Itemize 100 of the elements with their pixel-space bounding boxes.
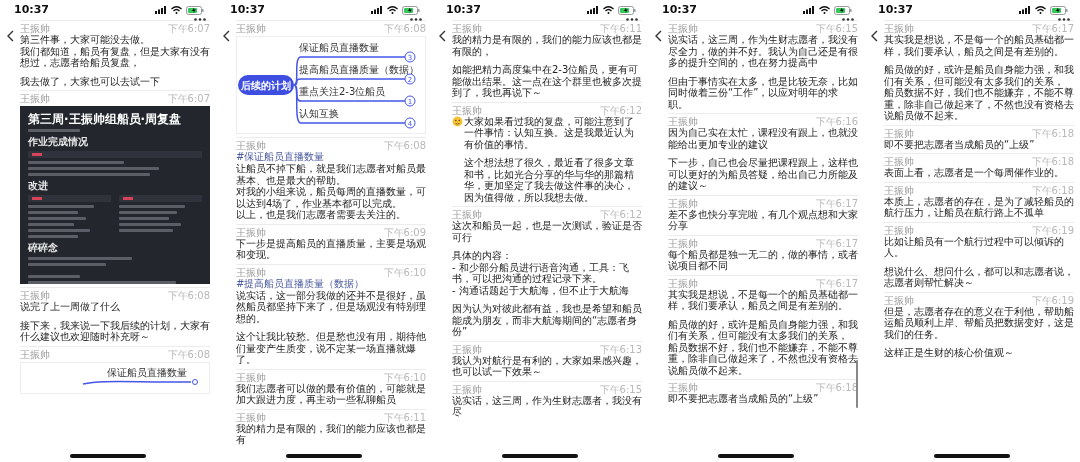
- battery-icon: [834, 5, 852, 15]
- message-text: 具体的内容：: [452, 250, 513, 262]
- message-text: 这样正是生财的核心价值观～: [884, 347, 1015, 359]
- more-icon[interactable]: [842, 18, 854, 21]
- message-text: 差不多也快分享完啦，有几个观点想和大家分享: [668, 208, 858, 232]
- message-time: 下午6:15: [599, 383, 642, 395]
- signal-icon: [587, 6, 599, 14]
- wifi-icon: [819, 6, 830, 14]
- message-text: 船员做的好，或许是船员自身能力强，和我们有关系，但可能没有太多我们的关系，: [884, 64, 1074, 87]
- message-text: 我们志愿者可以做的最有价值的，可能就是加大跟进力度，再主动一些私聊船员: [236, 382, 426, 406]
- message-text: 但是，志愿者存在的意义在于利他，帮助船运船员顺利上岸、帮船员把数据变好，这是我们的任务。: [884, 305, 1074, 340]
- message-text: 接下来，我来说一下我后续的计划，大家有什么建议也欢迎随时补充呀～: [20, 319, 210, 343]
- message-time: 下午6:17: [815, 197, 858, 209]
- sender-name: 王振帅: [452, 104, 482, 116]
- message-text: 让船员不掉下船，就是我们志愿者对船员最基本、也是最大的帮助。: [236, 163, 426, 186]
- signal-icon: [155, 6, 167, 14]
- sender-name: 王振帅: [452, 209, 482, 220]
- sender-name: 王振帅: [884, 23, 914, 34]
- message-text: 即不要把志愿者当成船员的“上级”: [884, 138, 1035, 150]
- message-text: 这个想法想了很久，最近看了很多文章和书，比如光合分享的华与华的那篇精华，更加坚定了我去做这件事的决心，因为值得做，所以我想去做。: [464, 157, 635, 203]
- message-time: 下午6:15: [815, 23, 858, 34]
- message-text: 对我的小组来说，船员每周的直播数量，可以达到4场了，作业基本都可以完成。: [236, 186, 426, 209]
- message-text: 但由于事情实在太多，也是比较无奈，比如同时做着三份“工作”，以应对明年的求职。: [668, 75, 858, 110]
- back-icon[interactable]: [438, 30, 446, 42]
- message-text: 这次和船员一起，也是一次测试，验证是否可行: [452, 220, 642, 243]
- sender-name: 王振帅: [884, 294, 914, 306]
- message-time: 下午6:11: [599, 23, 642, 34]
- message-time: 下午6:19: [1031, 294, 1074, 306]
- sender-name: 王振帅: [20, 93, 50, 104]
- message-text: 我的精力是有限的，我们的能力应该也都是有: [236, 422, 426, 446]
- status-time: 10:37: [230, 1, 265, 18]
- message-time: 下午6:07: [167, 23, 210, 34]
- status-time: 10:37: [662, 1, 697, 18]
- message-time: 下午6:19: [1031, 224, 1074, 236]
- message-time: 下午6:10: [383, 266, 426, 278]
- message-text: 说实话，这三周，作为生财志愿者，我没有尽: [452, 394, 642, 418]
- signal-icon: [1019, 6, 1031, 14]
- mindmap-center-node: 后续的计划: [238, 75, 294, 95]
- message-text: 说完了上一周做了什么: [20, 301, 121, 313]
- more-icon[interactable]: [410, 18, 422, 21]
- message-time: 下午6:08: [167, 348, 210, 360]
- more-icon[interactable]: [1058, 18, 1070, 21]
- sender-name: 王振帅: [452, 23, 482, 34]
- sender-name: 王振帅: [236, 371, 266, 383]
- sender-name: 王振帅: [668, 277, 698, 289]
- back-icon[interactable]: [222, 30, 230, 42]
- sender-name: 王振帅: [668, 116, 698, 127]
- message-text: 本质上，志愿者的存在，是为了减轻船员的航行压力，让船员在航行路上不孤单: [884, 195, 1074, 219]
- message-text: 说实话，这一部分我做的还并不是很好，虽然船员都坚持下来了，但是场观没有特别理想的。: [236, 289, 426, 324]
- back-icon[interactable]: [654, 30, 662, 42]
- sender-name: 王振帅: [236, 23, 266, 34]
- document-title: 第三周·王振帅组船员·周复盘: [28, 112, 183, 126]
- more-icon[interactable]: [626, 18, 638, 21]
- section-heading: 碎碎念: [28, 242, 59, 254]
- message-text: 我的精力是有限的，我们的能力应该也都是有限的，: [452, 34, 642, 57]
- battery-icon: [1050, 5, 1068, 15]
- message-text: 大家如果看过我的复盘，可能注意到了一件事情：认知互换。这是我最近认为有价值的事情。: [464, 115, 635, 150]
- message-time: 下午6:13: [599, 343, 642, 355]
- message-text: 因为自己实在太忙，课程没有跟上，也就没能给出更加专业的建议: [668, 127, 858, 150]
- branch-label: 提高船员直播质量（数据）: [299, 64, 417, 75]
- message-time: 下午6:16: [815, 116, 858, 127]
- battery-icon: [402, 5, 420, 15]
- message-text: 我们都知道，船员有复盘，但是大家有没有想过，志愿者给船员复盘，: [20, 45, 210, 69]
- message-time: 下午6:10: [383, 371, 426, 383]
- wifi-icon: [603, 6, 614, 14]
- topic-hashtag[interactable]: #提高船员直播质量（数据）: [236, 277, 426, 290]
- message-text: 我去做了，大家也可以去试一下: [20, 75, 161, 87]
- message-text: - 沟通话题起于大航海，但不止于大航海: [452, 284, 630, 296]
- message-text: 想说什么、想问什么，都可以和志愿者说，志愿者则帮忙解决～: [884, 265, 1074, 289]
- message-time: 下午6:08: [383, 23, 426, 34]
- message-text: 下一步，自己也会尽量把课程跟上，这样也可以更好的为船员答疑，给出自己力所能及的建议～: [668, 157, 858, 192]
- message-time: 下午6:17: [1031, 23, 1074, 34]
- message-text: 每个船员都是独一无二的，做的事情，或者说项目都不同: [668, 248, 858, 272]
- message-text: 因为认为对彼此都有益，我也是希望和船员能成为朋友，而非大航海期间的“志愿者身份”: [452, 303, 642, 338]
- message-text: 这个让我比较愁。但是愁也没有用，期待他们量变产生质变，说不定某一场直播就爆了。: [236, 331, 426, 366]
- status-time: 10:37: [446, 1, 481, 18]
- branch-label: 保证船员直播数量: [107, 366, 187, 379]
- message-time: 下午6:11: [383, 411, 426, 423]
- sender-name: 王振帅: [236, 411, 266, 423]
- back-icon[interactable]: [870, 30, 878, 42]
- section-heading: 改进: [28, 180, 49, 192]
- sender-name: 王振帅: [20, 23, 50, 34]
- wifi-icon: [1035, 6, 1046, 14]
- message-time: 下午6:17: [815, 237, 858, 249]
- topic-hashtag[interactable]: #保证船员直播数量: [236, 151, 426, 163]
- branch-label: 保证船员直播数量: [299, 42, 379, 53]
- back-icon[interactable]: [6, 30, 14, 42]
- message-time: 下午6:07: [167, 93, 210, 104]
- status-time: 10:37: [878, 1, 913, 18]
- message-time: 下午6:08: [383, 140, 426, 151]
- message-time: 下午6:17: [815, 277, 858, 289]
- wifi-icon: [171, 6, 182, 14]
- message-time: 下午6:18: [1031, 127, 1074, 139]
- signal-icon: [371, 6, 383, 14]
- battery-icon: [618, 5, 636, 15]
- more-icon[interactable]: [194, 18, 206, 21]
- sender-name: 王振帅: [452, 343, 482, 355]
- wifi-icon: [387, 6, 398, 14]
- message-time: 下午6:18: [1031, 156, 1074, 167]
- battery-icon: [186, 5, 204, 15]
